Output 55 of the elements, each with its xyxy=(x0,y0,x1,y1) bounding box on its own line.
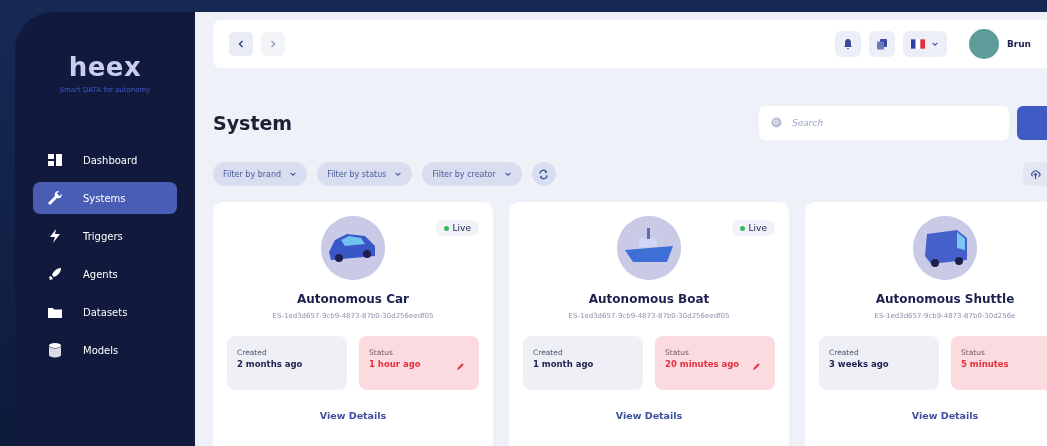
chevron-left-icon xyxy=(236,39,246,49)
copy-icon xyxy=(875,38,888,50)
system-name: Autonomous Car xyxy=(297,292,409,306)
refresh-button[interactable] xyxy=(531,162,556,186)
shuttle-drawing xyxy=(925,230,967,267)
created-value: 2 months ago xyxy=(237,359,303,369)
live-badge: Live xyxy=(731,220,775,236)
search-field[interactable]: Search xyxy=(759,106,1009,140)
view-details-link[interactable]: View Details xyxy=(319,410,387,421)
search-icon xyxy=(771,117,782,128)
nav-icon xyxy=(47,190,63,206)
chevron-right-icon xyxy=(268,39,278,49)
flag-icon xyxy=(910,39,925,49)
chevron-down-icon xyxy=(930,40,939,48)
chevron-down-icon xyxy=(289,170,298,178)
pencil-icon[interactable] xyxy=(456,362,465,371)
filter-dropdown[interactable]: Filter by creator xyxy=(422,162,522,186)
filter-dropdown[interactable]: Filter by brand xyxy=(213,162,308,186)
back-button[interactable] xyxy=(229,32,253,56)
live-badge: Live xyxy=(435,220,479,236)
created-value: 3 weeks ago xyxy=(829,359,889,369)
sidebar-item[interactable]: Dashboard xyxy=(33,144,177,176)
system-name: Autonomous Shuttle xyxy=(875,292,1015,306)
cloud-upload-icon xyxy=(1029,168,1041,180)
sidebar-item[interactable]: Agents xyxy=(33,258,177,290)
refresh-icon xyxy=(538,168,550,180)
pencil-icon[interactable] xyxy=(752,362,761,371)
car-drawing xyxy=(329,234,375,262)
nav-icon xyxy=(47,266,63,282)
upload-button[interactable] xyxy=(1023,162,1047,186)
system-name: Autonomous Boat xyxy=(588,292,710,306)
status-value: 20 minutes ago xyxy=(665,359,740,369)
status-value: 1 hour ago xyxy=(369,359,421,369)
nav-icon xyxy=(47,152,63,168)
notification-button[interactable] xyxy=(834,31,861,57)
chevron-down-icon xyxy=(394,170,403,178)
filter-dropdown[interactable]: Filter by status xyxy=(317,162,413,186)
status-value: 5 minutes xyxy=(961,359,1009,369)
sidebar-item[interactable]: Datasets xyxy=(33,296,177,328)
user-avatar[interactable] xyxy=(968,29,999,59)
user-name: Brun xyxy=(1006,39,1031,49)
view-details-link[interactable]: View Details xyxy=(615,410,683,421)
page-title: System xyxy=(213,112,294,134)
created-value: 1 month ago xyxy=(533,359,594,369)
copy-button[interactable] xyxy=(868,31,895,57)
nav-icon xyxy=(47,228,63,244)
view-details-link[interactable]: View Details xyxy=(911,410,979,421)
chevron-down-icon xyxy=(503,170,512,178)
sidebar-item[interactable]: Systems xyxy=(33,182,177,214)
sidebar-item[interactable]: Triggers xyxy=(33,220,177,252)
boat-drawing xyxy=(625,228,673,262)
nav-icon xyxy=(47,342,63,358)
language-dropdown[interactable] xyxy=(902,31,947,57)
logo: heex xyxy=(68,52,142,82)
sidebar-item[interactable]: Models xyxy=(33,334,177,366)
